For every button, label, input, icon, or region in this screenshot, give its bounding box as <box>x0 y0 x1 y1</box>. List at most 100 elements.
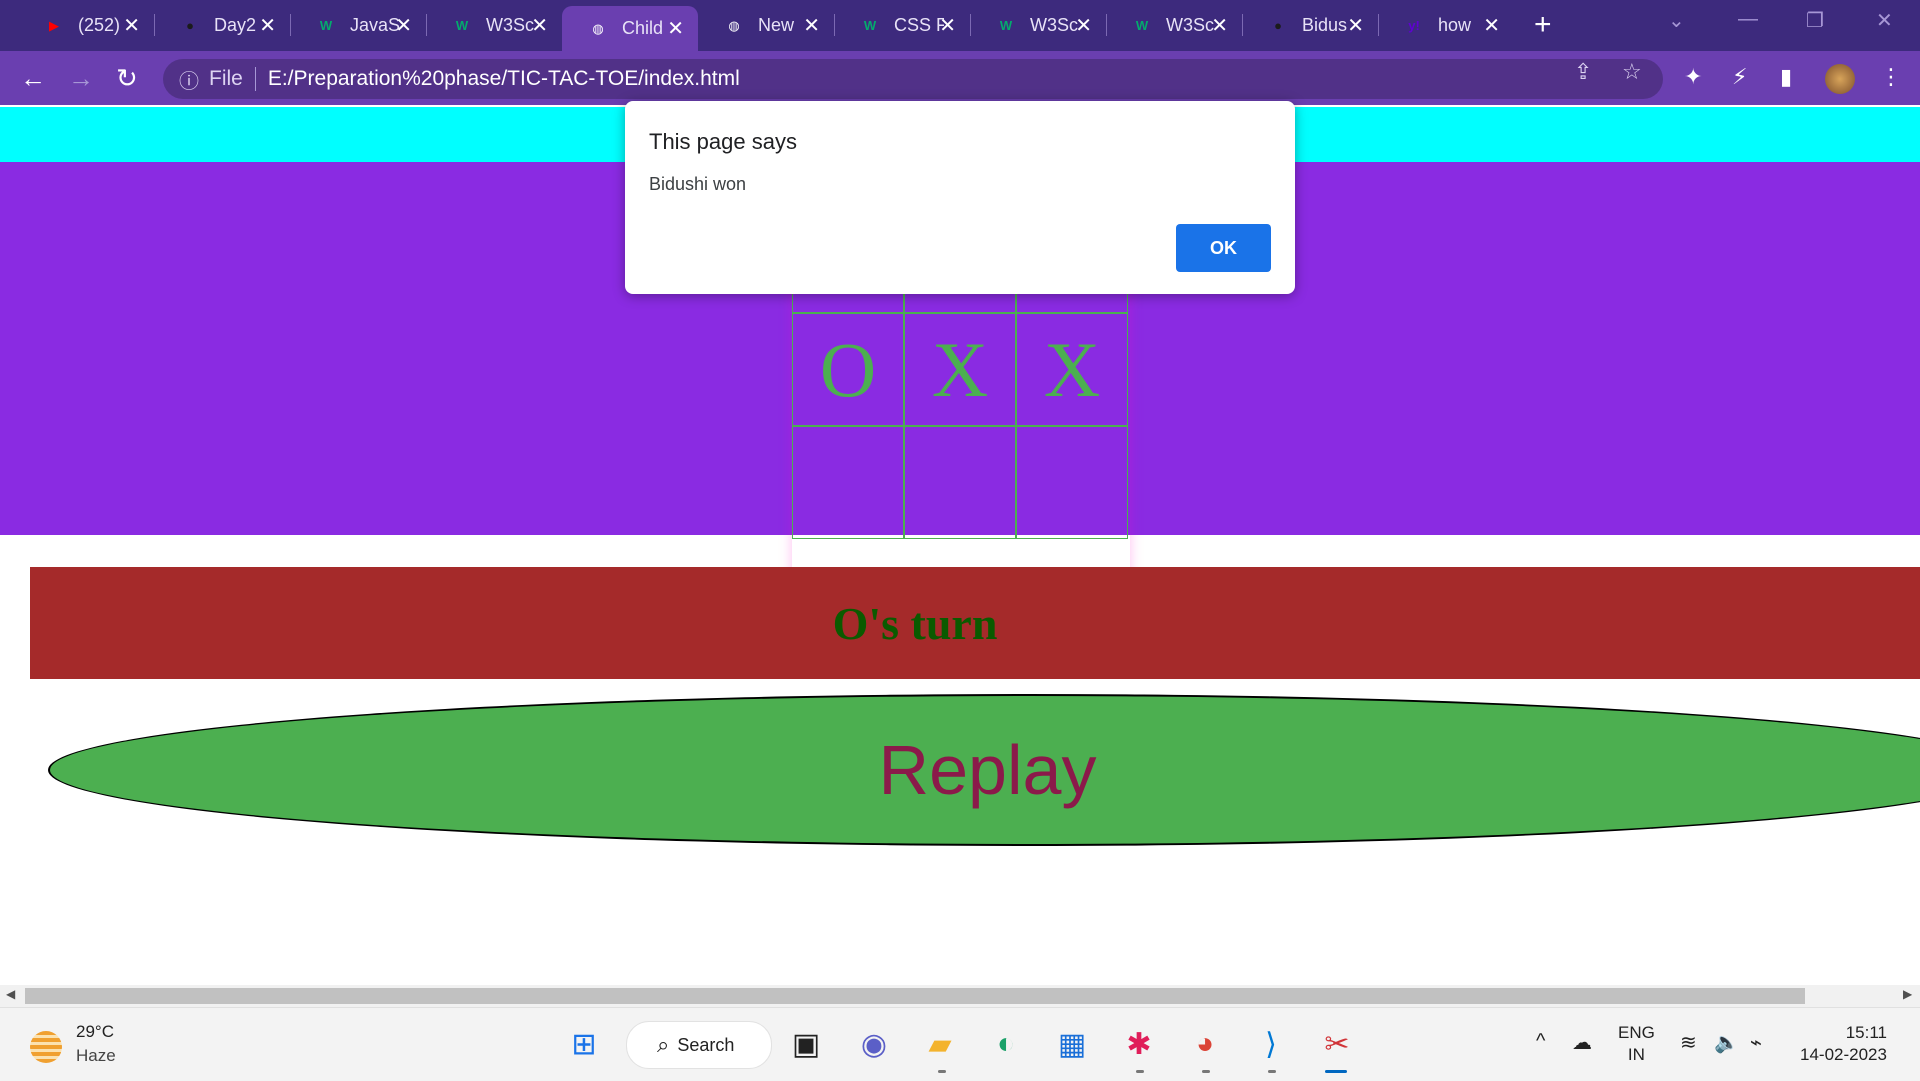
tab-title: W3Sc <box>1030 15 1079 35</box>
slack-icon[interactable]: ✱ <box>1117 1022 1161 1066</box>
start-windows-icon[interactable]: ⊞ <box>562 1022 606 1066</box>
reload-icon[interactable]: ↻ <box>116 63 138 94</box>
language-indicator[interactable]: ENG IN <box>1618 1022 1655 1066</box>
tab-title: W3Sc <box>1166 15 1215 35</box>
minimize-icon[interactable]: — <box>1738 8 1758 31</box>
tab-separator <box>1106 14 1107 36</box>
browser-tab[interactable]: W CSS F ✕ <box>834 5 970 46</box>
tab-close-icon[interactable]: ✕ <box>395 13 412 38</box>
dialog-ok-button[interactable]: OK <box>1176 224 1271 272</box>
wifi-icon[interactable]: ≋ <box>1680 1030 1697 1055</box>
address-separator <box>254 67 256 91</box>
tab-title: how <box>1438 15 1472 35</box>
w3schools-icon: W <box>863 18 877 33</box>
tab-title: JavaS <box>350 15 400 35</box>
tab-close-icon[interactable]: ✕ <box>803 13 820 38</box>
profile-avatar[interactable] <box>1825 64 1855 94</box>
onedrive-cloud-icon[interactable]: ☁ <box>1572 1030 1592 1055</box>
tab-title: CSS F <box>894 15 944 35</box>
board-cell[interactable] <box>1016 426 1128 539</box>
new-tab-icon[interactable]: + <box>1534 8 1552 42</box>
weather-haze-icon[interactable] <box>30 1031 62 1063</box>
replay-button[interactable]: Replay <box>48 694 1920 846</box>
browser-tab[interactable]: W JavaS ✕ <box>290 5 426 46</box>
taskbar-search[interactable]: ⌕ Search <box>626 1021 772 1069</box>
performance-icon[interactable]: ⚡ <box>1732 64 1747 90</box>
snipping-tool-icon[interactable]: ✂ <box>1315 1022 1359 1066</box>
w3schools-icon: W <box>999 18 1013 33</box>
tab-close-icon[interactable]: ✕ <box>1211 13 1228 38</box>
yahoo-icon: y! <box>1408 18 1420 33</box>
tab-separator <box>970 14 971 36</box>
menu-kebab-icon[interactable]: ⋮ <box>1880 64 1902 90</box>
tab-title: W3Sc <box>486 15 535 35</box>
browser-tab[interactable]: ◍ New ✕ <box>698 5 834 46</box>
vscode-icon[interactable]: ⟩ <box>1249 1022 1293 1066</box>
teams-chat-icon[interactable]: ◉ <box>852 1022 896 1066</box>
scroll-left-icon[interactable]: ◀ <box>6 987 15 1001</box>
w3schools-icon: W <box>1135 18 1149 33</box>
restore-icon[interactable]: ❐ <box>1806 8 1824 33</box>
address-bar[interactable]: ⓘ File E:/Preparation%20phase/TIC-TAC-TO… <box>163 59 1663 99</box>
tab-close-icon[interactable]: ✕ <box>939 13 956 38</box>
browser-tab[interactable]: ● Bidus ✕ <box>1242 5 1378 46</box>
board-cell[interactable]: X <box>904 313 1016 426</box>
close-window-icon[interactable]: ✕ <box>1876 8 1893 33</box>
browser-tab[interactable]: W W3Sc ✕ <box>970 5 1106 46</box>
address-url[interactable]: E:/Preparation%20phase/TIC-TAC-TOE/index… <box>268 67 740 91</box>
show-hidden-icons-icon[interactable]: ^ <box>1536 1030 1545 1053</box>
weather-temperature[interactable]: 29°C <box>76 1022 114 1042</box>
board-cell[interactable]: O <box>792 313 904 426</box>
tab-title: Day2 <box>214 15 257 35</box>
back-icon[interactable]: ← <box>20 63 46 94</box>
edge-icon[interactable]: ◐ <box>984 1022 1028 1066</box>
tab-close-icon[interactable]: ✕ <box>1075 13 1092 38</box>
turn-status-text: O's turn <box>832 597 998 649</box>
tab-close-icon[interactable]: ✕ <box>667 16 684 41</box>
browser-tab[interactable]: ● Day2 ✕ <box>154 5 290 46</box>
system-clock[interactable]: 15:11 14-02-2023 <box>1800 1022 1887 1066</box>
horizontal-scrollbar[interactable]: ◀ ▶ <box>0 985 1920 1007</box>
extensions-icon[interactable]: ✦ <box>1684 64 1702 90</box>
browser-tab-strip: ▶ (252) ✕ ● Day2 ✕ W JavaS ✕ W W3Sc ✕ ◍ Child ✕ ◍ New ✕ W C… <box>0 0 1920 51</box>
chrome-icon[interactable]: ◕ <box>1183 1022 1227 1066</box>
search-icon: ⌕ <box>657 1032 670 1057</box>
board-cell[interactable] <box>904 426 1016 539</box>
tab-close-icon[interactable]: ✕ <box>1483 13 1500 38</box>
task-view-icon[interactable]: ▣ <box>784 1022 828 1066</box>
tab-close-icon[interactable]: ✕ <box>259 13 276 38</box>
forward-icon[interactable]: → <box>68 63 94 94</box>
replay-label: Replay <box>878 731 1097 809</box>
site-info-icon[interactable]: ⓘ <box>179 65 199 94</box>
tab-close-icon[interactable]: ✕ <box>1347 13 1364 38</box>
tab-close-icon[interactable]: ✕ <box>531 13 548 38</box>
tab-title: New <box>758 15 795 35</box>
file-explorer-icon[interactable]: ▰ <box>918 1022 962 1066</box>
microsoft-store-icon[interactable]: ▦ <box>1050 1022 1094 1066</box>
browser-tab[interactable]: W W3Sc ✕ <box>1106 5 1242 46</box>
browser-tab[interactable]: ▶ (252) ✕ <box>18 5 154 46</box>
board-cell[interactable]: X <box>1016 313 1128 426</box>
share-icon[interactable]: ⇪ <box>1574 59 1592 85</box>
browser-tab[interactable]: ◍ Child ✕ <box>562 6 698 51</box>
board-cell[interactable] <box>792 426 904 539</box>
bookmark-star-icon[interactable]: ☆ <box>1622 59 1642 85</box>
weather-description[interactable]: Haze <box>76 1046 116 1066</box>
tab-search-icon[interactable]: ⌄ <box>1668 8 1685 33</box>
turn-status-banner: O's turn <box>30 567 1920 679</box>
battery-charging-icon[interactable]: ⌁ <box>1750 1030 1762 1055</box>
tab-close-icon[interactable]: ✕ <box>123 13 140 38</box>
volume-icon[interactable]: 🔈 <box>1714 1030 1739 1055</box>
language-code: ENG <box>1618 1023 1655 1042</box>
running-indicator <box>1136 1070 1144 1073</box>
scrollbar-thumb[interactable] <box>25 988 1805 1004</box>
browser-tab[interactable]: W W3Sc ✕ <box>426 5 562 46</box>
scroll-right-icon[interactable]: ▶ <box>1903 987 1912 1001</box>
browser-tab[interactable]: y! how ✕ <box>1378 5 1514 46</box>
scheme-label: File <box>209 67 243 90</box>
w3schools-icon: W <box>455 18 469 33</box>
side-panel-icon[interactable]: ▮ <box>1780 64 1792 90</box>
tab-separator <box>1242 14 1243 36</box>
tab-separator <box>834 14 835 36</box>
globe-icon: ◍ <box>592 20 604 36</box>
